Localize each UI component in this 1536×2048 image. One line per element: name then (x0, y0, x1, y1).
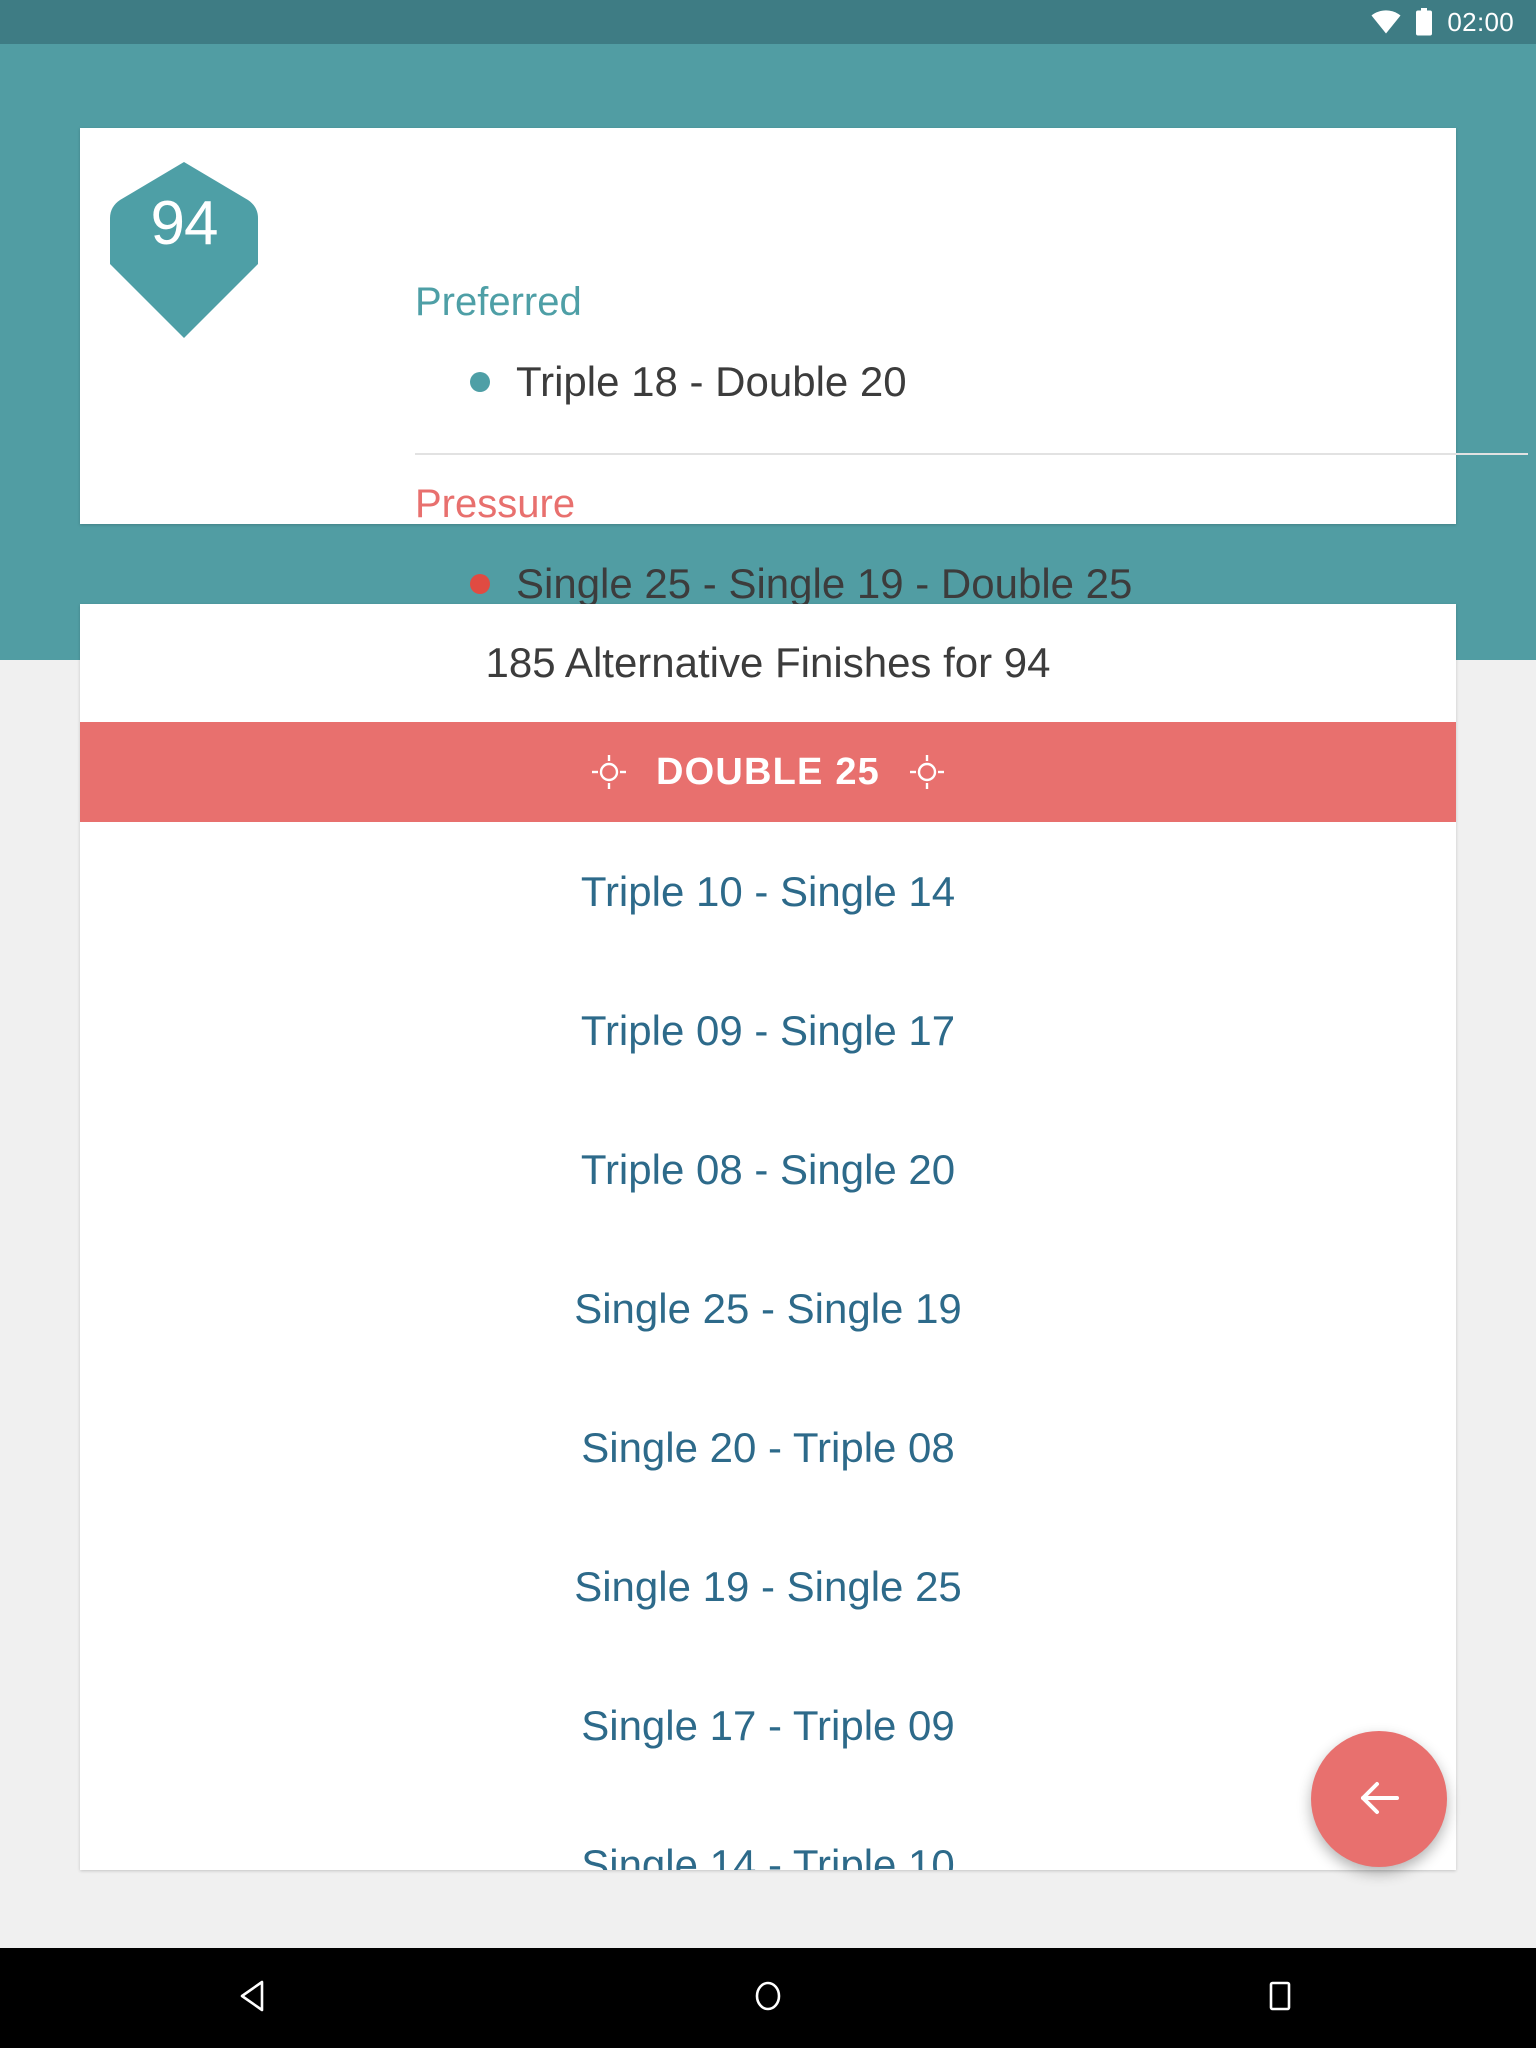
list-item[interactable]: Single 25 - Single 19 (80, 1239, 1456, 1378)
circle-home-icon (748, 1976, 788, 2021)
list-item[interactable]: Triple 10 - Single 14 (80, 822, 1456, 961)
target-crosshair-icon-right (910, 755, 945, 789)
preferred-route-row[interactable]: Triple 18 - Double 20 (470, 358, 907, 406)
android-navigation-bar (0, 1948, 1536, 2048)
target-crosshair-icon-left (591, 755, 626, 789)
alternative-finishes-list[interactable]: Triple 10 - Single 14 Triple 09 - Single… (80, 822, 1456, 1871)
alternative-finishes-card: 185 Alternative Finishes for 94 DOUBLE 2… (80, 604, 1456, 1870)
pressure-bullet-icon (470, 574, 490, 594)
list-item[interactable]: Triple 09 - Single 17 (80, 961, 1456, 1100)
status-clock: 02:00 (1447, 6, 1514, 37)
back-fab-button[interactable] (1311, 1731, 1447, 1867)
arrow-left-icon (1353, 1772, 1405, 1827)
list-item[interactable]: Single 20 - Triple 08 (80, 1378, 1456, 1517)
dart-flight-badge-icon: 94 (108, 160, 260, 340)
wifi-icon (1371, 10, 1401, 34)
finish-summary-card: 94 Preferred Triple 18 - Double 20 Press… (80, 128, 1528, 607)
battery-icon (1415, 8, 1433, 36)
preferred-title: Preferred (415, 280, 582, 324)
nav-back-button[interactable] (176, 1948, 336, 2048)
preferred-route-text: Triple 18 - Double 20 (516, 358, 907, 405)
pressure-section: Pressure Single 25 - Single 19 - Double … (415, 484, 1132, 608)
triangle-back-icon (236, 1976, 276, 2021)
list-item[interactable]: Single 19 - Single 25 (80, 1517, 1456, 1656)
preferred-section: Preferred Triple 18 - Double 20 (415, 282, 907, 406)
target-double-25-bar[interactable]: DOUBLE 25 (80, 722, 1456, 822)
nav-home-button[interactable] (688, 1948, 848, 2048)
alternative-finishes-title: 185 Alternative Finishes for 94 (485, 639, 1051, 686)
list-item[interactable]: Single 14 - Triple 10 (80, 1795, 1456, 1871)
list-item[interactable]: Triple 08 - Single 20 (80, 1100, 1456, 1239)
status-bar: 02:00 (0, 0, 1536, 44)
preferred-bullet-icon (470, 372, 490, 392)
card-divider (415, 453, 1528, 455)
square-recents-icon (1260, 1976, 1300, 2021)
target-label: DOUBLE 25 (655, 750, 881, 793)
pressure-title: Pressure (415, 482, 576, 526)
pressure-route-row[interactable]: Single 25 - Single 19 - Double 25 (470, 560, 1132, 608)
nav-recents-button[interactable] (1200, 1948, 1360, 2048)
list-item[interactable]: Single 17 - Triple 09 (80, 1656, 1456, 1795)
pressure-route-text: Single 25 - Single 19 - Double 25 (516, 560, 1133, 607)
badge-score: 94 (150, 189, 219, 258)
